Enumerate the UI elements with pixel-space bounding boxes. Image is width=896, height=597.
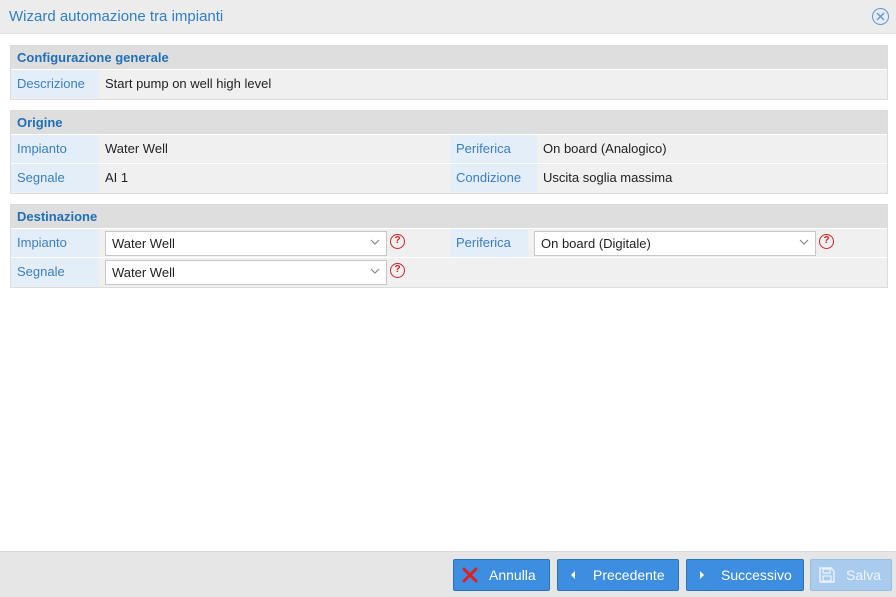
destination-section: Destinazione Impianto Water Well ? Perif… <box>10 204 888 288</box>
window-title: Wizard automazione tra impianti <box>9 8 224 25</box>
previous-label: Precedente <box>593 567 665 583</box>
origin-signal-label: Segnale <box>11 164 99 192</box>
section-header: Configurazione generale <box>11 46 887 69</box>
section-header: Origine <box>11 111 887 134</box>
next-label: Successivo <box>721 567 792 583</box>
save-button[interactable]: Salva <box>810 559 892 591</box>
select-value: Water Well <box>112 265 175 280</box>
origin-row-1: Impianto Water Well Periferica On board … <box>11 134 887 163</box>
help-icon[interactable]: ? <box>390 234 405 249</box>
origin-row-2: Segnale AI 1 Condizione Uscita soglia ma… <box>11 163 887 192</box>
origin-peripheral-label: Periferica <box>450 135 537 163</box>
description-label: Descrizione <box>11 70 99 98</box>
origin-condition-label: Condizione <box>450 164 537 192</box>
general-config-section: Configurazione generale Descrizione Star… <box>10 45 888 100</box>
select-value: Water Well <box>112 236 175 251</box>
destination-row-2: Segnale Water Well ? <box>11 257 887 286</box>
origin-peripheral-value: On board (Analogico) <box>543 141 667 156</box>
select-value: On board (Digitale) <box>541 236 651 251</box>
origin-plant-label: Impianto <box>11 135 99 163</box>
caret-left-icon <box>571 571 575 579</box>
origin-plant-value: Water Well <box>105 141 168 156</box>
section-header: Destinazione <box>11 205 887 228</box>
previous-button[interactable]: Precedente <box>557 559 679 591</box>
save-label: Salva <box>846 567 882 583</box>
destination-plant-label: Impianto <box>11 229 99 257</box>
chevron-down-icon <box>370 268 380 274</box>
next-button[interactable]: Successivo <box>686 559 804 591</box>
destination-row-1: Impianto Water Well ? Periferica On boar… <box>11 228 887 257</box>
origin-section: Origine Impianto Water Well Periferica O… <box>10 110 888 194</box>
destination-signal-label: Segnale <box>11 258 99 286</box>
chevron-down-icon <box>370 239 380 245</box>
cancel-label: Annulla <box>489 567 536 583</box>
window-titlebar: Wizard automazione tra impianti <box>0 0 896 34</box>
destination-peripheral-select[interactable]: On board (Digitale) <box>534 231 816 256</box>
destination-plant-select[interactable]: Water Well <box>105 231 387 256</box>
cancel-x-icon <box>462 567 478 583</box>
caret-right-icon <box>700 571 704 579</box>
floppy-disk-icon <box>819 567 835 583</box>
origin-signal-value: AI 1 <box>105 170 129 185</box>
footer-toolbar: Annulla Precedente Successivo Salva <box>0 551 896 597</box>
destination-peripheral-label: Periferica <box>450 229 528 257</box>
cancel-button[interactable]: Annulla <box>453 559 550 591</box>
close-icon[interactable] <box>872 8 889 25</box>
description-value: Start pump on well high level <box>105 76 272 91</box>
destination-signal-select[interactable]: Water Well <box>105 260 387 285</box>
origin-condition-value: Uscita soglia massima <box>543 170 673 185</box>
help-icon[interactable]: ? <box>819 234 834 249</box>
chevron-down-icon <box>799 239 809 245</box>
description-row: Descrizione Start pump on well high leve… <box>11 69 887 98</box>
help-icon[interactable]: ? <box>390 263 405 278</box>
